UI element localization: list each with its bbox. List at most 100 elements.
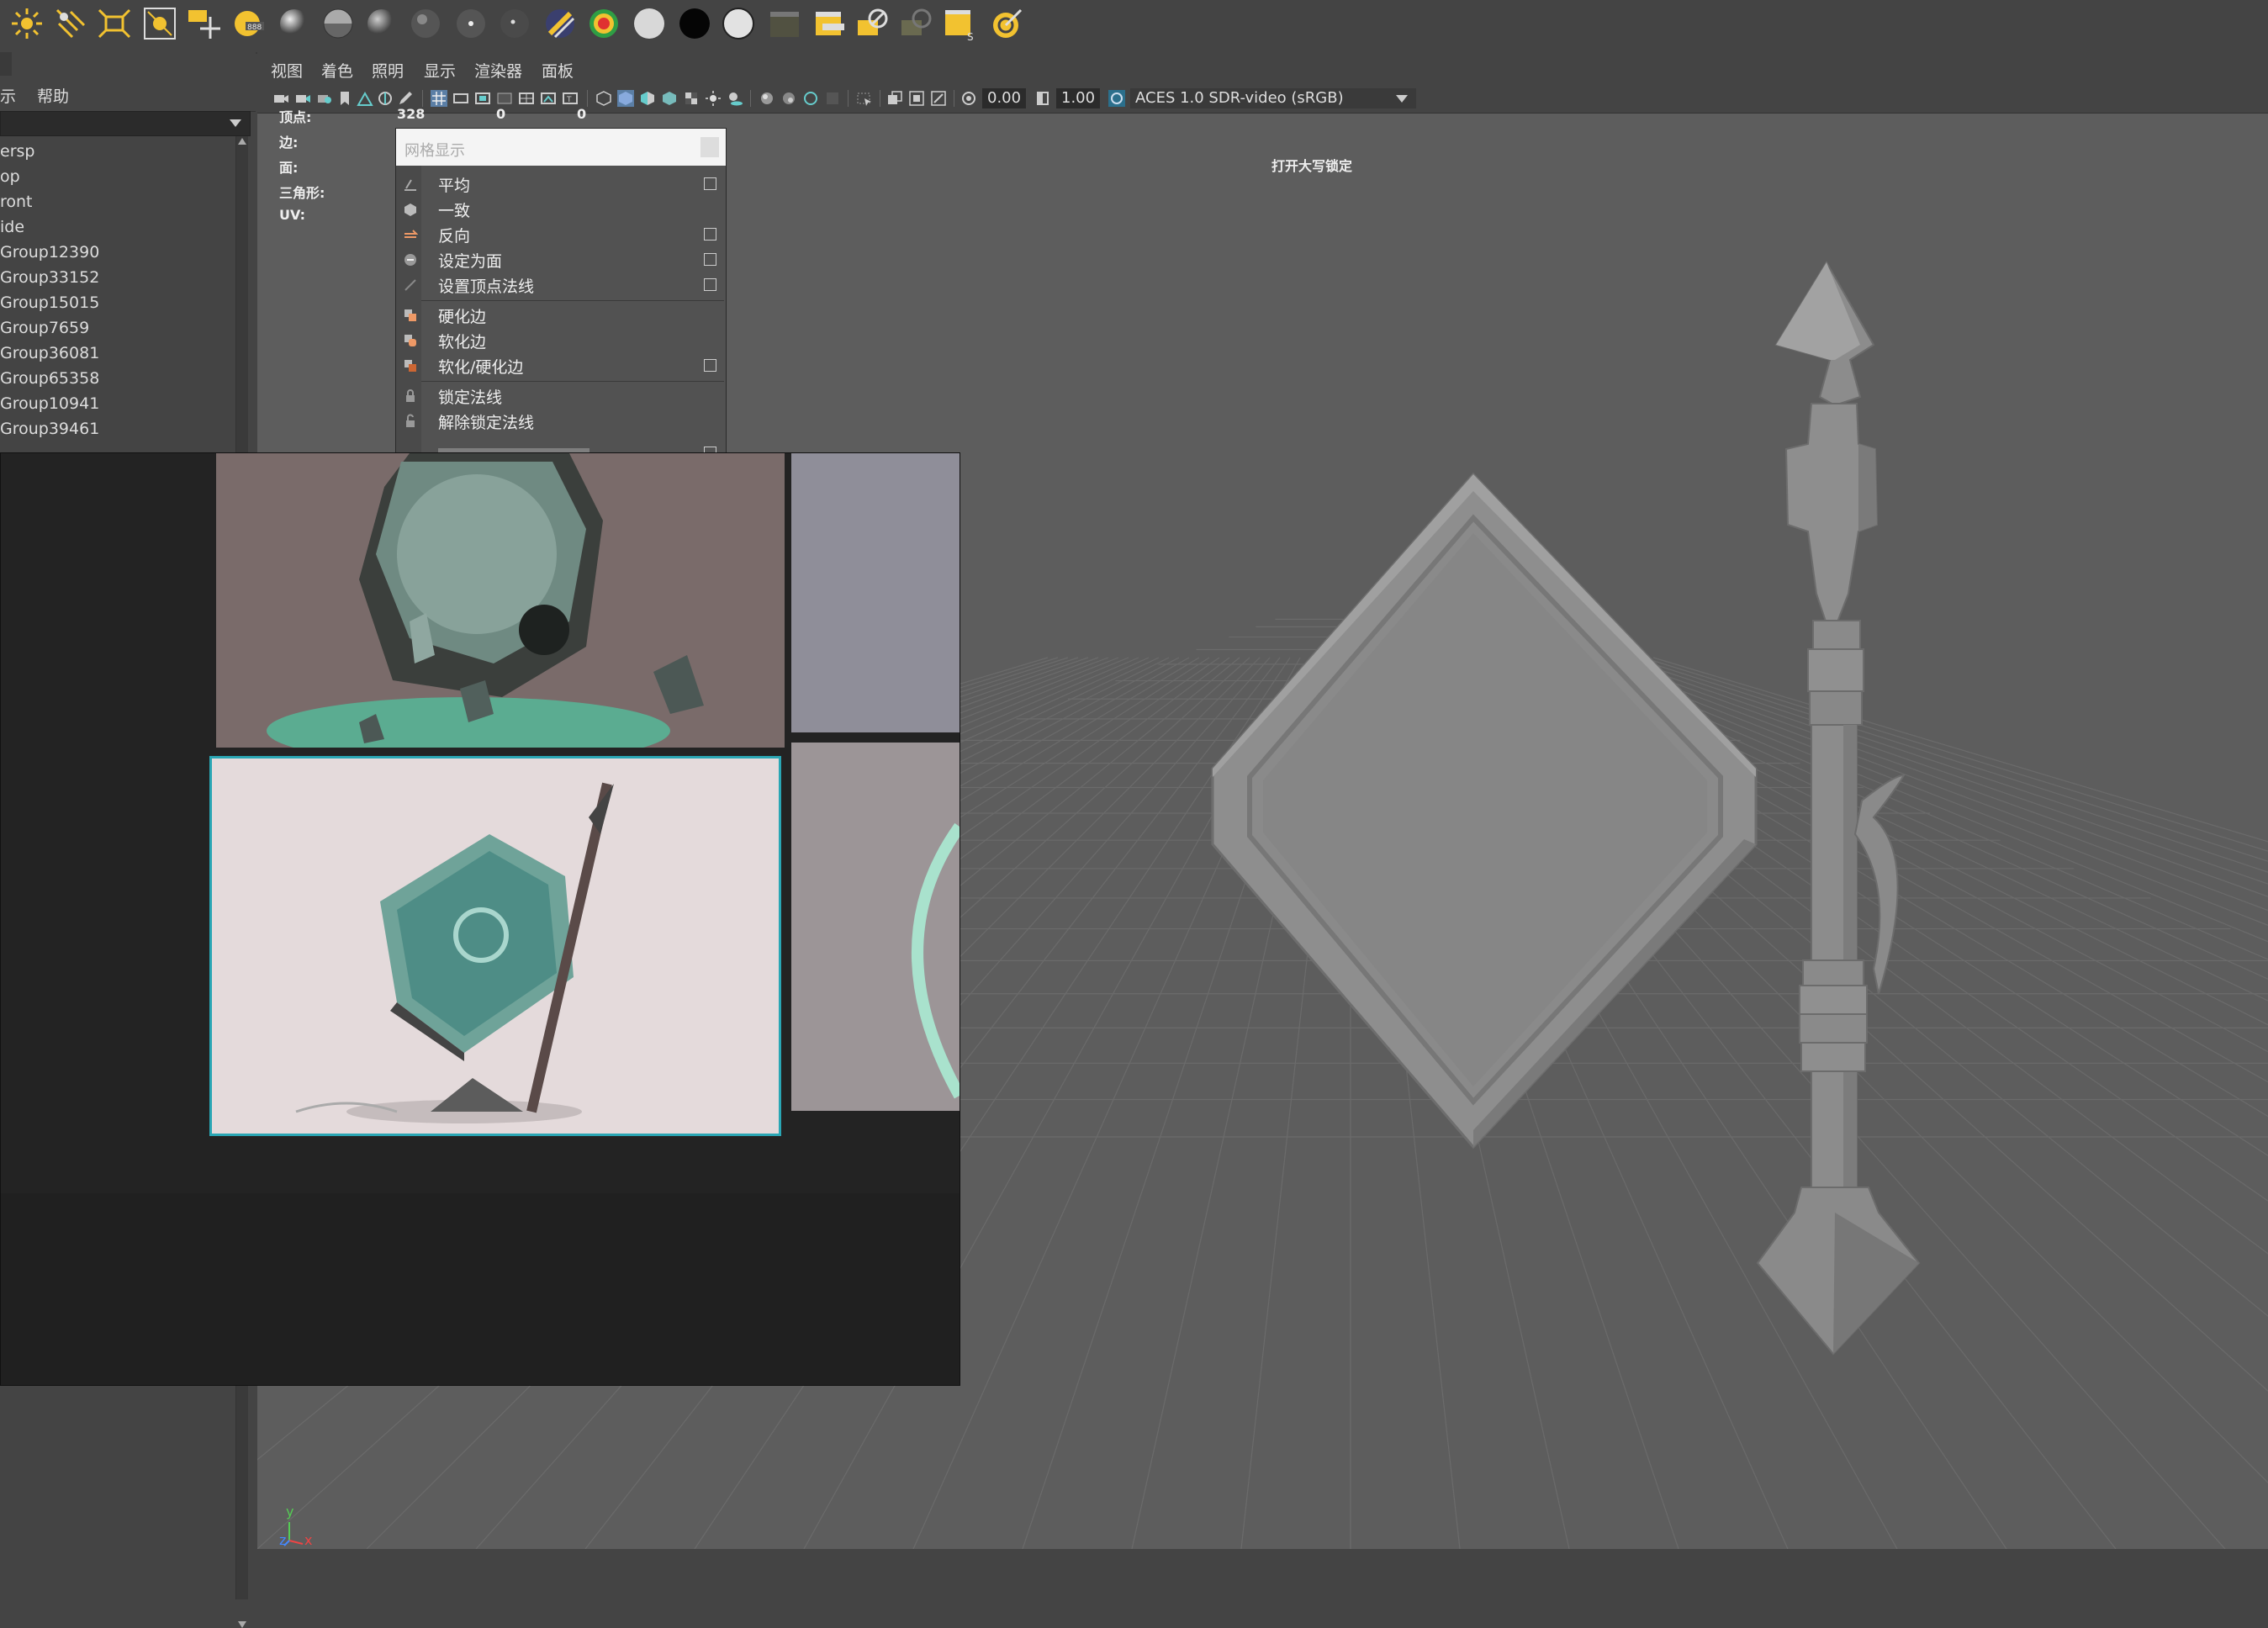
colorspace-dropdown[interactable]: ACES 1.0 SDR-video (sRGB) — [1130, 88, 1416, 108]
sphere-icon[interactable] — [276, 5, 313, 42]
menu-item-reverse[interactable]: 反向 — [396, 223, 726, 246]
outliner-item[interactable]: Group36081 — [0, 344, 99, 362]
tearoff-button[interactable] — [700, 137, 719, 157]
grid-toggle-icon[interactable] — [431, 90, 447, 107]
menu-item-soften-harden[interactable]: 软化/硬化边 — [396, 354, 726, 378]
white-circle-icon[interactable] — [631, 5, 668, 42]
menu-item-set-vertex-normal[interactable]: 设置顶点法线 — [396, 273, 726, 297]
menu-show[interactable]: 示 — [0, 84, 16, 107]
option-box[interactable] — [704, 177, 716, 190]
option-box[interactable] — [704, 359, 716, 372]
checker-icon[interactable] — [683, 90, 700, 107]
menu-renderer[interactable]: 渲染器 — [474, 59, 522, 82]
outliner-item[interactable]: ide — [0, 218, 24, 236]
menu-item-average[interactable]: 平均 — [396, 172, 726, 196]
outliner-item[interactable]: ront — [0, 193, 33, 211]
smooth-shade-icon[interactable] — [617, 90, 634, 107]
shield-model[interactable] — [1206, 414, 1778, 1204]
chevron-down-icon[interactable] — [230, 119, 241, 128]
clapper-icon[interactable] — [767, 5, 804, 42]
clapper-icon[interactable] — [898, 5, 935, 42]
menu-help[interactable]: 帮助 — [37, 84, 69, 107]
lights-icon[interactable] — [705, 90, 722, 107]
outliner-item[interactable]: ersp — [0, 142, 34, 161]
sphere-half-icon[interactable] — [320, 5, 357, 42]
outliner-item[interactable]: Group12390 — [0, 243, 99, 262]
safe-action-icon[interactable] — [540, 90, 557, 107]
sun-icon[interactable] — [8, 5, 45, 42]
spot-box-icon[interactable] — [141, 5, 178, 42]
sphere-dark-icon[interactable] — [363, 5, 400, 42]
safe-title-icon[interactable]: T — [562, 90, 579, 107]
exposure-icon[interactable] — [960, 90, 977, 107]
target-icon[interactable] — [989, 5, 1026, 42]
option-box[interactable] — [704, 278, 716, 291]
clapper-icon[interactable] — [854, 5, 891, 42]
menu-item-soften-edge[interactable]: 软化边 — [396, 329, 726, 352]
gamma-icon[interactable] — [1034, 90, 1051, 107]
black-circle-icon[interactable] — [676, 5, 713, 42]
sphere-dot-icon[interactable] — [496, 5, 533, 42]
xray-active-icon[interactable] — [780, 90, 797, 107]
menu-view[interactable]: 视图 — [271, 59, 303, 82]
camera-attr-icon[interactable] — [316, 90, 333, 107]
spear-model[interactable] — [1709, 254, 1995, 1364]
menu-item-unlock-normals[interactable]: 解除锁定法线 — [396, 410, 726, 433]
outliner-item[interactable]: Group7659 — [0, 319, 89, 337]
menu-item-lock-normals[interactable]: 锁定法线 — [396, 384, 726, 408]
menu-shading[interactable]: 着色 — [321, 59, 353, 82]
image-plane-icon[interactable] — [357, 90, 373, 107]
reference-image-window[interactable] — [0, 452, 960, 1386]
reference-image-thumb[interactable] — [791, 743, 960, 1111]
hud-icon[interactable] — [886, 90, 903, 107]
clapper-icon[interactable] — [811, 5, 848, 42]
clapper-icon[interactable]: S — [942, 5, 979, 42]
outliner-tab[interactable] — [0, 52, 12, 76]
chevron-down-icon[interactable] — [1396, 95, 1408, 103]
camera-icon[interactable] — [272, 90, 289, 107]
menu-item-set-to-face[interactable]: 设定为面 — [396, 248, 726, 272]
gate-mask-icon[interactable] — [496, 90, 513, 107]
scroll-up-icon[interactable] — [238, 138, 246, 145]
field-chart-icon[interactable] — [518, 90, 535, 107]
color-management-icon[interactable] — [1108, 90, 1125, 107]
tilted-light-icon[interactable] — [52, 5, 89, 42]
isolate-icon[interactable] — [802, 90, 819, 107]
outliner-item[interactable]: op — [0, 167, 20, 186]
outliner-item[interactable]: Group39461 — [0, 420, 99, 438]
white-circle-icon[interactable] — [720, 5, 757, 42]
pencil-icon[interactable] — [397, 90, 414, 107]
outliner-item[interactable]: Group10941 — [0, 394, 99, 413]
reference-image-shield-selected[interactable] — [209, 756, 781, 1136]
menu-show[interactable]: 显示 — [424, 59, 456, 82]
bookmark-icon[interactable] — [336, 90, 353, 107]
menu-panels[interactable]: 面板 — [542, 59, 574, 82]
wireframe-cube-icon[interactable] — [595, 90, 612, 107]
gamma-field[interactable]: 1.00 — [1056, 88, 1100, 108]
scroll-down-icon[interactable] — [238, 1621, 246, 1628]
camera-lock-icon[interactable] — [294, 90, 311, 107]
menu-item-conform[interactable]: 一致 — [396, 198, 726, 221]
striped-sphere-icon[interactable] — [542, 5, 579, 42]
reference-image-thumb[interactable] — [791, 453, 960, 732]
menu-tearoff-header[interactable]: 网格显示 — [396, 129, 726, 166]
menu-item-harden-edge[interactable]: 硬化边 — [396, 304, 726, 327]
outliner-filter-field[interactable] — [0, 111, 251, 136]
twotone-icon[interactable] — [377, 90, 394, 107]
render-tag-icon[interactable]: 888 — [230, 5, 267, 42]
select-camera-icon[interactable] — [856, 90, 873, 107]
textured-icon[interactable] — [661, 90, 678, 107]
move-tool-icon[interactable] — [185, 5, 222, 42]
xray-icon[interactable] — [759, 90, 775, 107]
outliner-item[interactable]: Group15015 — [0, 293, 99, 312]
outliner-item[interactable]: Group65358 — [0, 369, 99, 388]
sphere-dark-icon[interactable] — [407, 5, 444, 42]
resolution-gate-icon[interactable] — [474, 90, 491, 107]
aa-icon[interactable] — [908, 90, 925, 107]
isolate-select-icon[interactable] — [824, 90, 841, 107]
film-gate-icon[interactable] — [452, 90, 469, 107]
option-box[interactable] — [704, 253, 716, 266]
shadows-icon[interactable] — [727, 90, 743, 107]
sphere-dot-icon[interactable] — [452, 5, 489, 42]
rainbow-sphere-icon[interactable] — [585, 5, 622, 42]
